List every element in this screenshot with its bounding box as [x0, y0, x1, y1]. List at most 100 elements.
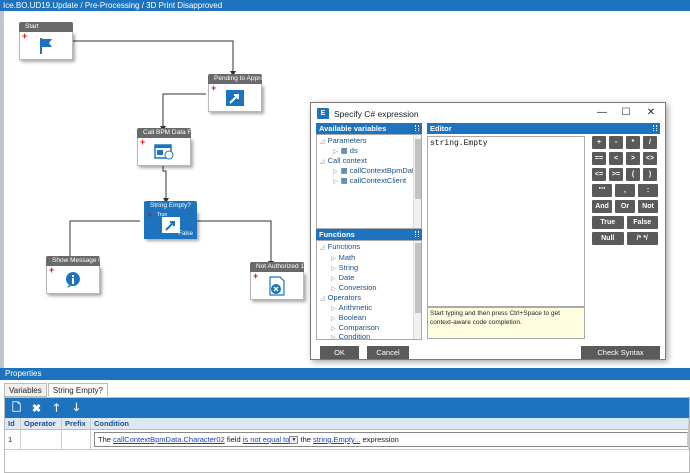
key-button[interactable]: Not [638, 200, 658, 213]
pending-approval-node[interactable]: Pending to Approv + [208, 74, 262, 112]
variables-tree[interactable]: ◿ Parameters ▷ ▦ ds ◿ Call context ▷ ▦ callC… [316, 134, 422, 229]
exception-icon [269, 275, 285, 296]
key-button[interactable]: > [626, 152, 640, 165]
plus-icon[interactable]: + [211, 84, 216, 93]
key-button[interactable]: == [592, 152, 606, 165]
tree-item-boolean[interactable]: ▷ Boolean [331, 313, 366, 322]
plus-icon[interactable]: + [253, 272, 258, 281]
tree-item-functions[interactable]: ◿ Functions [320, 242, 360, 251]
tree-item-comparison[interactable]: ▷ Comparison [331, 323, 379, 332]
key-button[interactable]: Null [592, 232, 624, 245]
key-button[interactable]: ) [643, 168, 657, 181]
tree-item-arithmetic[interactable]: ▷ Arithmetic [331, 303, 372, 312]
key-button[interactable]: False [626, 216, 658, 229]
key-button[interactable]: /* */ [626, 232, 658, 245]
completion-hint: Start typing and then press Ctrl+Space t… [427, 307, 585, 339]
row-operator[interactable] [21, 430, 62, 449]
delete-icon[interactable]: ✖ [31, 402, 42, 415]
operator-keypad: + - * / == < > <> <= >=() "",: And Or Not True False Nul… [592, 136, 658, 248]
tree-item-math[interactable]: ▷ Math [331, 253, 355, 262]
key-button[interactable]: ( [626, 168, 640, 181]
workflow-canvas[interactable]: Start + Pending to Approv + Call BPM Dat… [0, 11, 690, 368]
start-node[interactable]: Start + [19, 22, 73, 60]
cancel-button[interactable]: Cancel [367, 346, 409, 359]
drag-grip-icon[interactable] [415, 125, 419, 131]
string-empty-node[interactable]: String Empty? + True False [144, 201, 197, 239]
key-button[interactable]: <= [592, 168, 606, 181]
key-button[interactable]: / [643, 136, 657, 149]
vertical-scrollbar[interactable] [413, 241, 421, 339]
call-bpm-data-node[interactable]: Call BPM Data Forr + [137, 128, 191, 166]
move-up-icon[interactable]: 🡑 [51, 399, 62, 418]
new-row-icon[interactable]: 🗋 [11, 399, 22, 418]
tree-item-callcontextbpmdata[interactable]: ▷ ▦ callContextBpmData [333, 166, 418, 175]
expression-link[interactable]: string.Empty... [313, 435, 360, 444]
key-button[interactable]: And [592, 200, 612, 213]
close-icon[interactable]: ✕ [644, 107, 658, 118]
key-button[interactable]: "" [592, 184, 612, 197]
tree-item-condition[interactable]: ▷ Condition [331, 332, 370, 339]
plus-icon[interactable]: + [49, 266, 54, 275]
ok-button[interactable]: OK [320, 346, 359, 359]
key-button[interactable]: , [615, 184, 635, 197]
node-title: Pending to Approv [208, 74, 262, 84]
minimize-icon[interactable]: — [595, 107, 609, 118]
grid-toolbar: 🗋 ✖ 🡑 🡓 [5, 398, 689, 418]
tree-item-date[interactable]: ▷ Date [331, 273, 354, 282]
tab-variables[interactable]: Variables [4, 383, 47, 397]
drag-grip-icon[interactable] [415, 231, 419, 237]
expression-dialog[interactable]: E Specify C# expression — ☐ ✕ Available … [310, 102, 666, 360]
tree-item-parameters[interactable]: ◿ Parameters [320, 136, 366, 145]
table-icon: ▦ [340, 146, 350, 155]
key-button[interactable]: <> [643, 152, 657, 165]
key-button[interactable]: True [592, 216, 624, 229]
operator-link[interactable]: is not equal to [243, 435, 290, 444]
dialog-title: Specify C# expression [334, 108, 419, 119]
key-button[interactable]: : [638, 184, 658, 197]
plus-icon[interactable]: + [147, 211, 152, 220]
tab-string-empty[interactable]: String Empty? [47, 383, 109, 397]
key-button[interactable]: < [609, 152, 623, 165]
key-button[interactable]: Or [615, 200, 635, 213]
field-link[interactable]: callContextBpmData.Character02 [113, 435, 225, 444]
row-prefix[interactable] [62, 430, 91, 449]
check-syntax-button[interactable]: Check Syntax [581, 346, 660, 359]
plus-icon[interactable]: + [22, 32, 27, 41]
maximize-icon[interactable]: ☐ [619, 107, 633, 118]
col-id: Id [5, 418, 21, 429]
col-operator: Operator [21, 418, 62, 429]
move-down-icon[interactable]: 🡓 [71, 399, 82, 418]
table-icon: ▦ [340, 176, 350, 185]
node-title: Call BPM Data Forr [137, 128, 191, 138]
functions-tree[interactable]: ◿ Functions ▷ Math ▷ String ▷ Date ▷ Conversi… [316, 240, 422, 340]
plus-icon[interactable]: + [140, 138, 145, 147]
tree-item-callcontextclient[interactable]: ▷ ▦ callContextClient [333, 176, 406, 185]
condition-text: The callContextBpmData.Character02 field… [94, 432, 688, 447]
tree-item-ds[interactable]: ▷ ▦ ds [333, 146, 358, 155]
not-authorized-node[interactable]: Not Authorized 1 + [250, 262, 304, 300]
window-title: Ice.BO.UD19.Update / Pre-Processing / 3D… [0, 0, 690, 11]
key-button[interactable]: + [592, 136, 606, 149]
key-button[interactable]: >= [609, 168, 623, 181]
drag-grip-icon[interactable] [653, 125, 657, 131]
key-button[interactable]: * [626, 136, 640, 149]
grid-header-row: Id Operator Prefix Condition [5, 418, 689, 430]
row-id: 1 [5, 430, 21, 449]
expression-editor[interactable]: string.Empty [427, 136, 585, 307]
tree-item-operators[interactable]: ◿ Operators [320, 293, 361, 302]
chevron-down-icon[interactable]: ▼ [289, 436, 299, 445]
tree-item-conversion[interactable]: ▷ Conversion [331, 283, 377, 292]
table-row[interactable]: 1 The callContextBpmData.Character02 fie… [5, 430, 689, 450]
table-icon: ▦ [340, 166, 350, 175]
false-label: False [178, 231, 193, 237]
tree-item-call-context[interactable]: ◿ Call context [320, 156, 367, 165]
tree-item-string[interactable]: ▷ String [331, 263, 358, 272]
show-message-node[interactable]: Show Message 0 + [46, 256, 100, 294]
app-logo-icon: E [317, 108, 329, 119]
functions-header: Functions [316, 229, 422, 240]
form-icon [154, 143, 174, 159]
vertical-scrollbar[interactable] [413, 135, 421, 228]
properties-tabs: Variables String Empty? [4, 383, 109, 397]
key-button[interactable]: - [609, 136, 623, 149]
dialog-titlebar[interactable]: E Specify C# expression [311, 103, 665, 124]
